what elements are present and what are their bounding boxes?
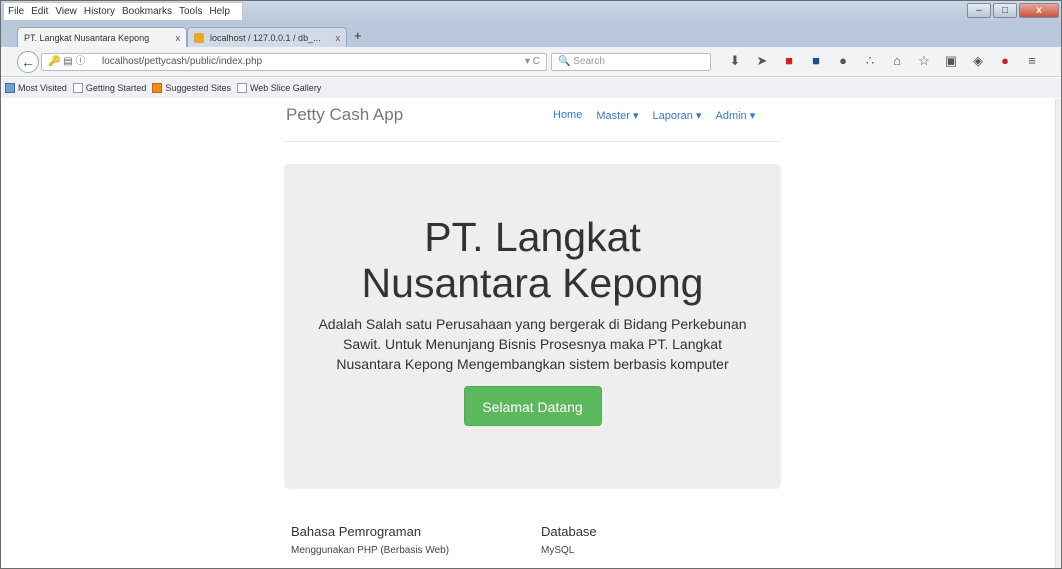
site-nav: Home Master ▾ Laporan ▾ Admin ▾ xyxy=(553,109,755,122)
pocket-red-icon[interactable]: ■ xyxy=(780,53,798,69)
maximize-button[interactable]: □ xyxy=(993,3,1017,18)
menu-file[interactable]: File xyxy=(8,6,24,17)
toolbar-icons: ⬇ ➤ ■ ■ ● ∴ ⌂ ☆ ▣ ◈ ● ≡ xyxy=(726,53,1041,69)
nav-laporan[interactable]: Laporan ▾ xyxy=(653,109,702,122)
info-column-database: Database MySQL xyxy=(541,524,597,556)
mask-icon[interactable]: ● xyxy=(834,53,852,69)
search-input[interactable]: 🔍 Search xyxy=(551,53,711,71)
bookmark-folder-icon xyxy=(5,83,15,93)
bookmark-suggested-sites[interactable]: Suggested Sites xyxy=(152,83,231,93)
page-content: Petty Cash App Home Master ▾ Laporan ▾ A… xyxy=(1,99,1061,568)
column-heading: Bahasa Pemrograman xyxy=(291,524,422,539)
menu-bar: File Edit View History Bookmarks Tools H… xyxy=(3,2,243,21)
tab-label: localhost / 127.0.0.1 / db_... xyxy=(210,32,321,43)
hero-description: Adalah Salah satu Perusahaan yang berger… xyxy=(318,316,747,372)
tab-langkat[interactable]: PT. Langkat Nusantara Kepong x xyxy=(17,27,187,47)
reload-icon[interactable]: ▾ C xyxy=(525,54,540,70)
star-icon[interactable]: ☆ xyxy=(915,53,933,69)
square-blue-icon[interactable]: ■ xyxy=(807,53,825,69)
tab-close-icon[interactable]: x xyxy=(336,33,341,43)
nav-master[interactable]: Master ▾ xyxy=(596,109,638,122)
shield-icon[interactable]: ◈ xyxy=(969,53,987,69)
menu-tools[interactable]: Tools xyxy=(179,6,202,17)
menu-help[interactable]: Help xyxy=(209,6,230,17)
site-brand[interactable]: Petty Cash App xyxy=(286,105,403,125)
new-tab-button[interactable]: + xyxy=(354,28,362,43)
menu-icon[interactable]: ≡ xyxy=(1023,53,1041,69)
nav-home[interactable]: Home xyxy=(553,109,582,122)
welcome-button[interactable]: Selamat Datang xyxy=(463,386,602,426)
bookmark-most-visited[interactable]: Most Visited xyxy=(5,83,67,93)
search-icon: 🔍 xyxy=(558,56,574,67)
column-text: Menggunakan PHP (Berbasis Web) xyxy=(291,545,450,556)
title-bar: File Edit View History Bookmarks Tools H… xyxy=(1,1,1061,25)
menu-bookmarks[interactable]: Bookmarks xyxy=(122,6,172,17)
tab-close-icon[interactable]: x xyxy=(176,33,181,43)
back-button[interactable]: ← xyxy=(17,51,39,73)
close-window-button[interactable]: x xyxy=(1019,3,1059,18)
menu-view[interactable]: View xyxy=(55,6,77,17)
page-icon xyxy=(72,83,83,93)
tab-strip: PT. Langkat Nusantara Kepong x localhost… xyxy=(1,25,1061,47)
nav-admin[interactable]: Admin ▾ xyxy=(716,109,756,122)
bookmarks-toolbar: Most Visited Getting Started Suggested S… xyxy=(1,78,1061,98)
hero-title: PT. Langkat Nusantara Kepong xyxy=(361,214,704,306)
search-placeholder: Search xyxy=(573,56,605,67)
home-icon[interactable]: ⌂ xyxy=(888,53,906,69)
suggested-sites-icon xyxy=(152,83,163,93)
bookmark-web-slice-gallery[interactable]: Web Slice Gallery xyxy=(236,83,321,93)
window-controls: – □ x xyxy=(967,3,1059,18)
url-text: localhost/pettycash/public/index.php xyxy=(102,56,263,67)
header-divider xyxy=(284,141,781,142)
clipboard-icon[interactable]: ▣ xyxy=(942,53,960,69)
tab-phpmyadmin[interactable]: localhost / 127.0.0.1 / db_... x xyxy=(187,27,347,47)
info-column-language: Bahasa Pemrograman Menggunakan PHP (Berb… xyxy=(291,524,449,556)
url-bar[interactable]: 🔑 ▤ ⓘ localhost/pettycash/public/index.p… xyxy=(41,53,547,71)
menu-edit[interactable]: Edit xyxy=(31,6,48,17)
hero-jumbotron: PT. Langkat Nusantara Kepong Adalah Sala… xyxy=(284,164,781,489)
download-icon[interactable]: ⬇ xyxy=(726,53,744,69)
browser-window: File Edit View History Bookmarks Tools H… xyxy=(0,0,1062,569)
grid-icon[interactable]: ∴ xyxy=(861,53,879,69)
menu-history[interactable]: History xyxy=(84,6,115,17)
page-icon xyxy=(236,83,247,93)
column-heading: Database xyxy=(541,524,597,539)
send-icon[interactable]: ➤ xyxy=(753,53,771,69)
red-badge-icon[interactable]: ● xyxy=(996,53,1014,69)
navigation-bar: ← 🔑 ▤ ⓘ localhost/pettycash/public/index… xyxy=(1,47,1061,77)
bookmark-getting-started[interactable]: Getting Started xyxy=(72,83,146,93)
minimize-button[interactable]: – xyxy=(967,3,991,18)
identity-icons[interactable]: 🔑 ▤ ⓘ xyxy=(48,54,85,70)
page-scrollbar[interactable] xyxy=(1055,99,1061,568)
phpmyadmin-favicon-icon xyxy=(194,32,204,43)
tab-label: PT. Langkat Nusantara Kepong xyxy=(24,32,150,43)
column-text: MySQL xyxy=(541,545,575,556)
